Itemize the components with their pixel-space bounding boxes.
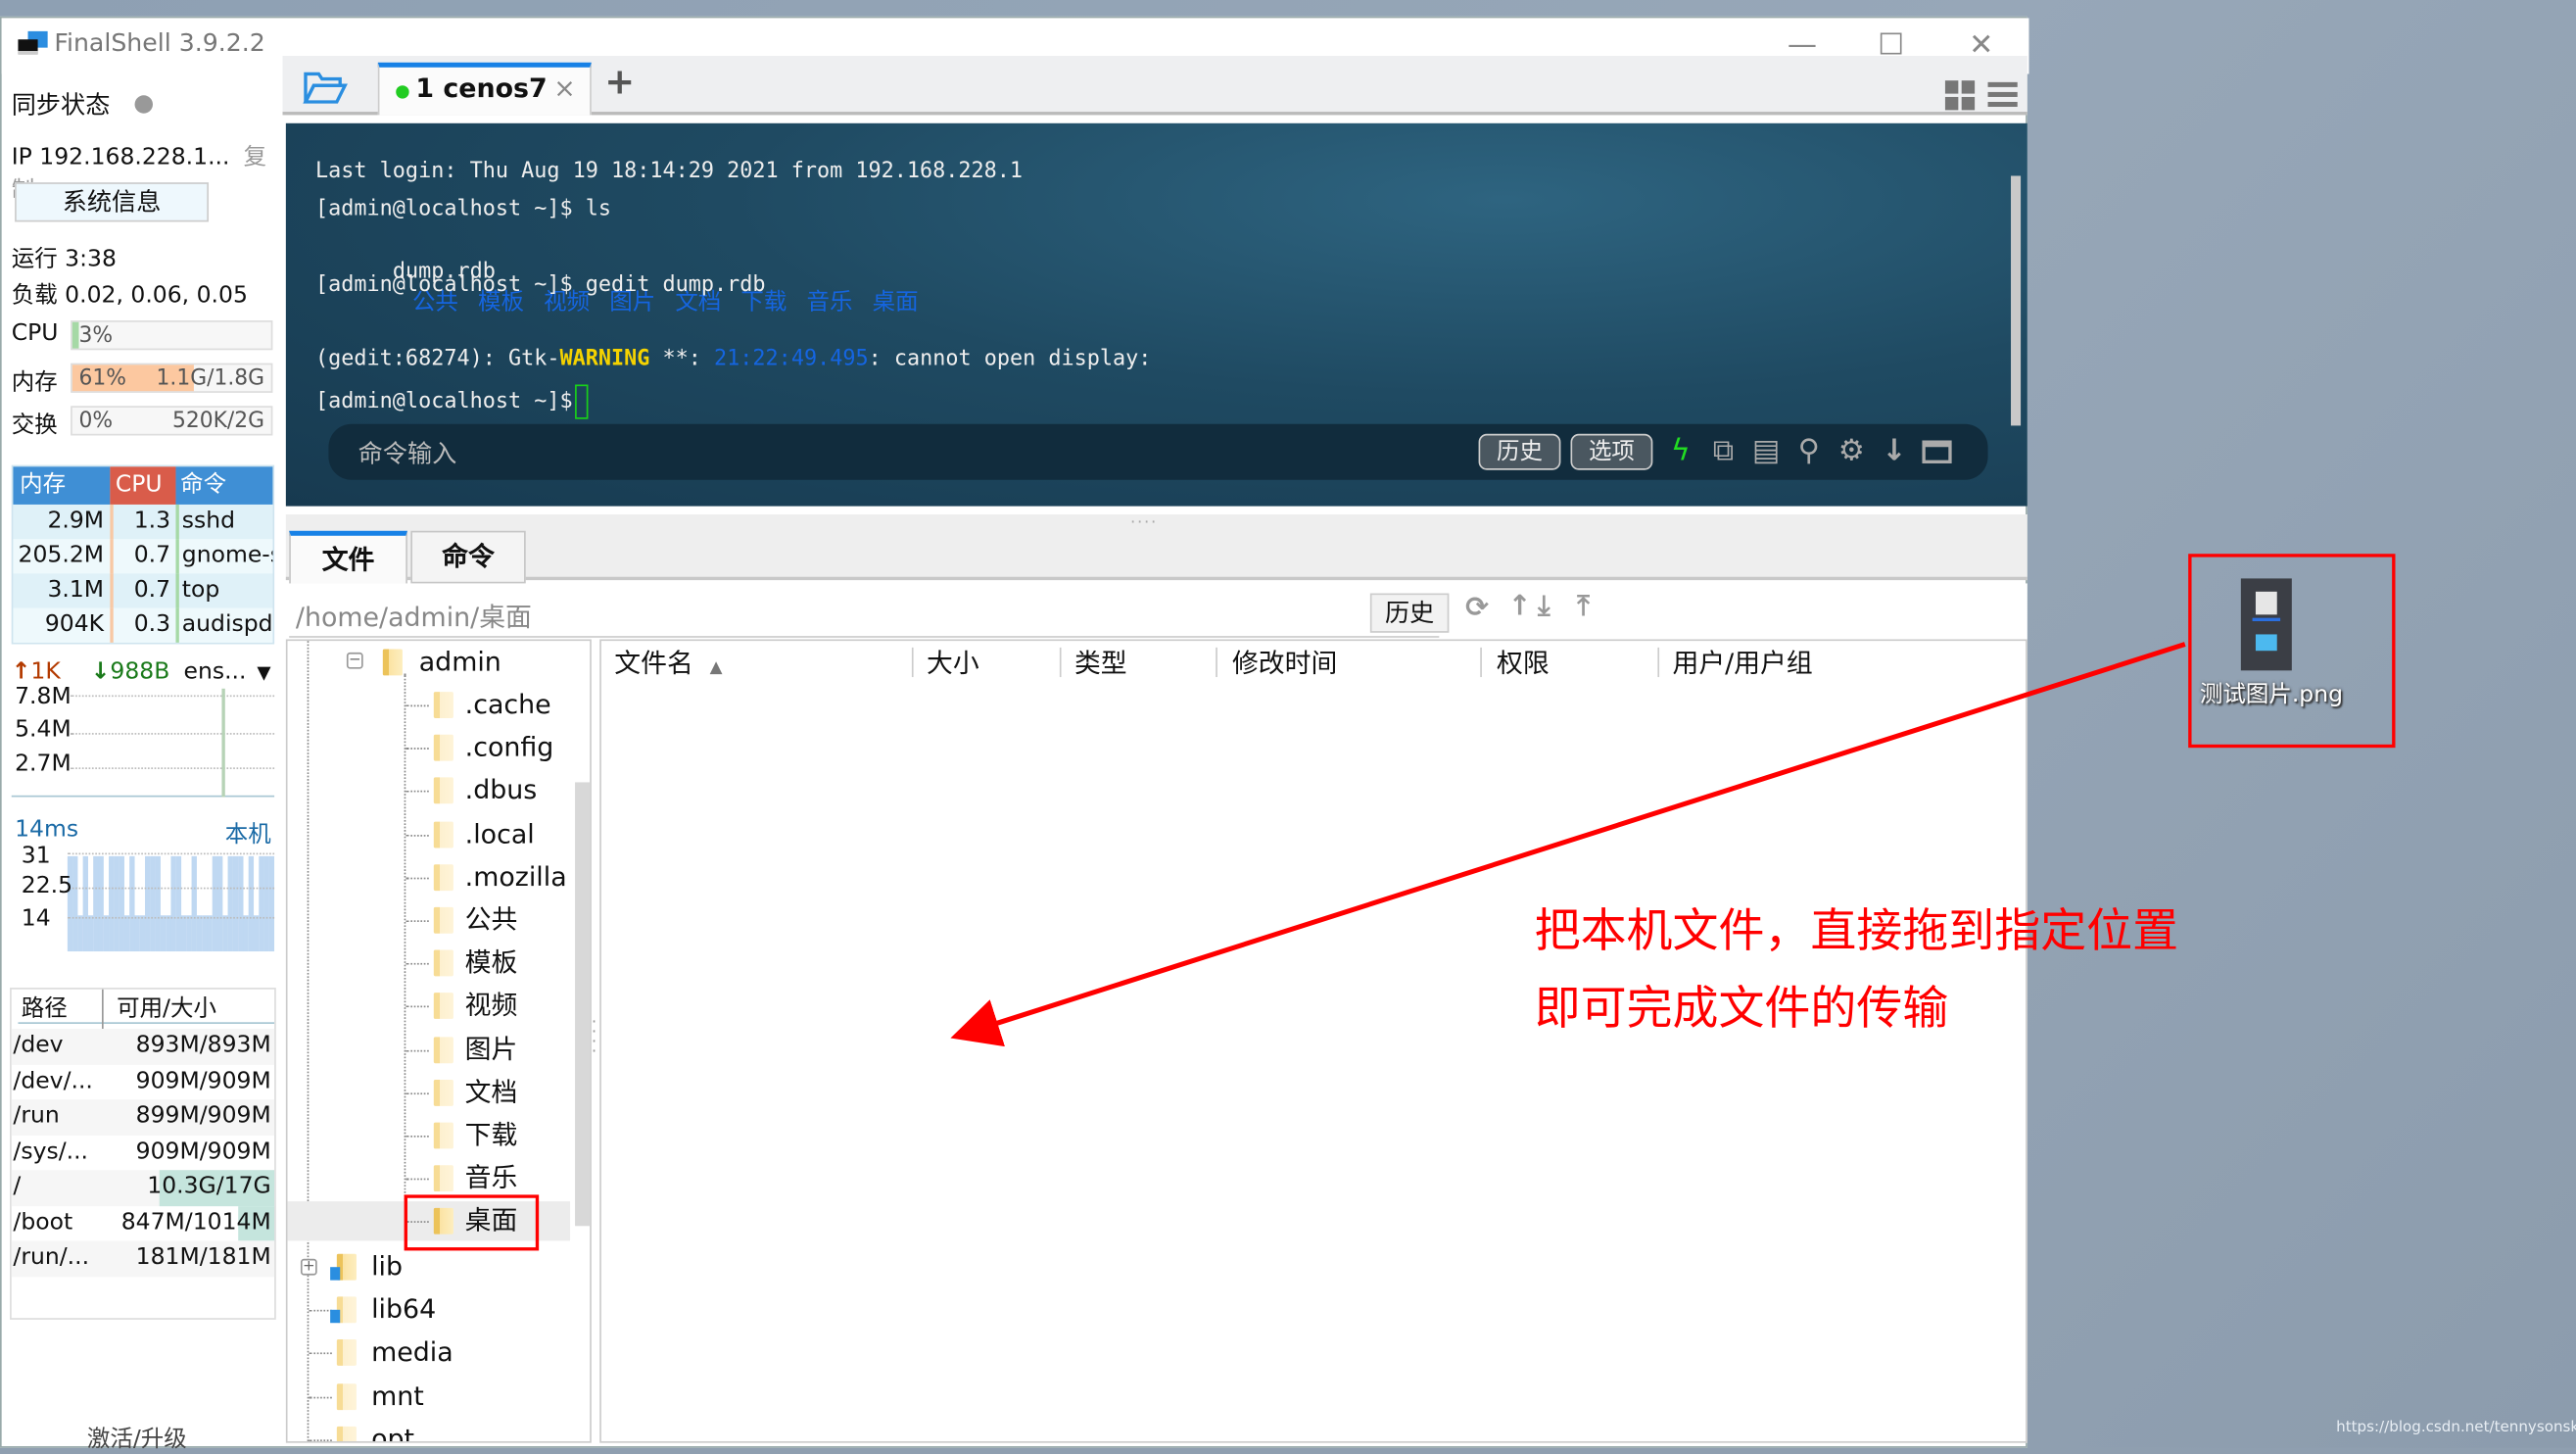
annotation-line-1: 把本机文件，直接拖到指定位置 bbox=[1534, 903, 2179, 958]
desktop: FinalShell 3.9.2.2 — ☐ ✕ 同步状态 IP 192.168… bbox=[0, 0, 2576, 1453]
drag-arrow bbox=[950, 642, 2186, 1047]
annotation-line-2: 即可完成文件的传输 bbox=[1534, 981, 1949, 1036]
watermark: https://blog.csdn.net/tennysonsky bbox=[2336, 1420, 2576, 1436]
